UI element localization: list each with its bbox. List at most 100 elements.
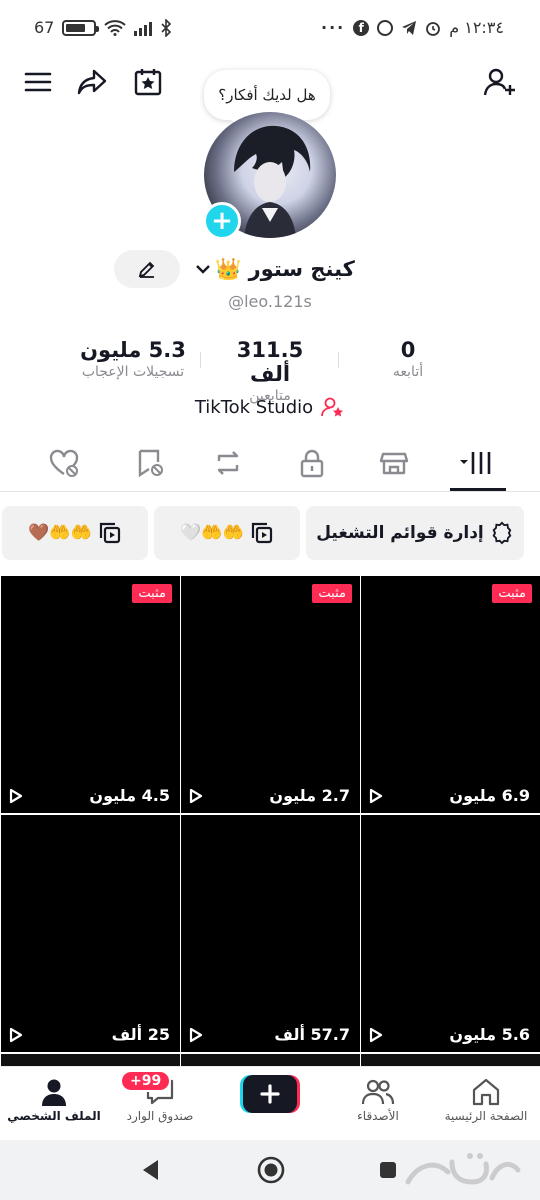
bookmark-hidden-icon [138,449,163,478]
following-count: 0 [400,338,416,362]
nav-friends[interactable]: الأصدقاء [324,1075,432,1123]
play-icon [9,1027,23,1042]
play-icon [189,788,203,803]
view-count: 57.7 ألف [274,1025,350,1044]
likes-label: تسجيلات الإعجاب [81,364,185,380]
home-circle-icon[interactable] [256,1155,286,1185]
repost-icon [217,451,239,475]
view-count: 6.9 مليون [449,786,530,805]
heart-hidden-icon [49,449,79,477]
menu-icon[interactable] [18,62,58,102]
play-icon [9,788,23,803]
view-count: 25 ألف [111,1025,170,1044]
messenger-icon [377,19,394,36]
video-views: 4.5 مليون [9,786,170,805]
alarm-icon [426,21,441,36]
add-friend-icon[interactable] [480,62,520,102]
following-stat[interactable]: 0 أتابعه [370,338,446,380]
manage-playlists-label: إدارة قوائم التشغيل [316,523,484,543]
followers-count: 311.5 ألف [236,338,304,386]
tab-reposts[interactable] [198,440,258,486]
tab-videos[interactable] [446,440,506,486]
wifi-icon [104,19,127,36]
video-views: 2.7 مليون [189,786,350,805]
status-right: ··· f ١٢:٣٤ م [321,18,504,37]
facebook-icon: f [353,19,370,36]
bluetooth-icon [161,18,172,37]
create-button[interactable] [240,1075,300,1113]
view-count: 5.6 مليون [449,1025,530,1044]
stat-divider [200,352,201,368]
back-icon[interactable] [140,1158,162,1182]
creator-star-icon [321,397,344,417]
status-left: 67 [34,18,172,37]
followers-stat[interactable]: 311.5 ألف متابعين [215,338,325,404]
tab-shop[interactable] [364,440,424,486]
nav-profile-label: الملف الشخصي [7,1109,101,1123]
profile-name-row[interactable]: كينج ستور 👑 [190,252,360,286]
pinned-badge: مثبت [492,584,532,603]
tab-liked[interactable] [34,440,94,486]
playlist-icon [99,522,120,544]
lock-icon [300,449,324,478]
playlist-chip-2[interactable]: 🤲🤲🤎 [2,506,148,560]
video-views: 25 ألف [9,1025,170,1044]
nav-home[interactable]: الصفحة الرئيسية [432,1075,540,1123]
video-thumbnail[interactable]: مثبت 2.7 مليون [181,576,360,813]
video-views: 5.6 مليون [369,1025,530,1044]
pencil-icon [138,261,155,278]
gear-icon [492,521,512,545]
add-avatar-button[interactable]: + [203,202,241,240]
playlist-icon [251,522,272,544]
play-icon [369,788,383,803]
profile-handle: @leo.121s [228,292,312,311]
video-views: 57.7 ألف [189,1025,350,1044]
system-nav-bar [0,1140,540,1200]
studio-label: TikTok Studio [194,396,314,418]
following-label: أتابعه [392,364,424,380]
play-icon [369,1027,383,1042]
view-count: 2.7 مليون [269,786,350,805]
share-icon[interactable] [72,62,112,102]
manage-playlists-button[interactable]: إدارة قوائم التشغيل [306,506,524,560]
playlist-chip-1[interactable]: 🤲🤲🤍 [154,506,300,560]
watermark-logo [405,1153,521,1185]
home-icon [472,1078,500,1106]
active-tab-indicator [450,488,506,491]
video-thumbnail[interactable]: مثبت 4.5 مليون [1,576,180,813]
signal-icon [134,20,153,36]
likes-stat[interactable]: 5.3 مليون تسجيلات الإعجاب [60,338,206,380]
video-thumbnail[interactable]: 25 ألف [1,815,180,1052]
play-icon [189,1027,203,1042]
playlist-chip-1-label: 🤲🤲🤍 [180,523,244,543]
edit-profile-button[interactable] [114,250,180,288]
status-bar: 67 ··· f ١٢:٣٤ م [0,0,540,58]
tab-favorites[interactable] [120,440,180,486]
bottom-nav: الصفحة الرئيسية الأصدقاء صندوق الوارد ال… [0,1066,540,1136]
video-thumbnail[interactable]: 5.6 مليون [361,815,540,1052]
content-tabs [0,440,540,492]
video-thumbnail[interactable]: 57.7 ألف [181,815,360,1052]
pinned-badge: مثبت [132,584,172,603]
clock-text: ١٢:٣٤ م [449,18,504,37]
likes-count: 5.3 مليون [80,338,186,362]
battery-icon [62,19,100,36]
tiktok-studio-link[interactable]: TikTok Studio [0,396,540,418]
tab-private[interactable] [282,440,342,486]
video-thumbnail[interactable]: مثبت 6.9 مليون [361,576,540,813]
tab-divider [0,491,540,492]
chevron-down-icon[interactable] [195,263,211,275]
friends-icon [361,1079,395,1105]
inbox-count-badge: +99 [120,1070,172,1092]
profile-name: كينج ستور 👑 [215,256,355,281]
grid-videos-icon [460,452,491,474]
video-views: 6.9 مليون [369,786,530,805]
pinned-badge: مثبت [312,584,352,603]
more-dots-icon: ··· [321,18,346,37]
profile-icon [42,1079,66,1106]
stat-divider [338,352,339,368]
nav-profile[interactable]: الملف الشخصي [0,1075,108,1123]
shop-icon [379,452,409,475]
favorites-calendar-icon[interactable] [128,62,168,102]
recents-icon[interactable] [378,1160,398,1180]
